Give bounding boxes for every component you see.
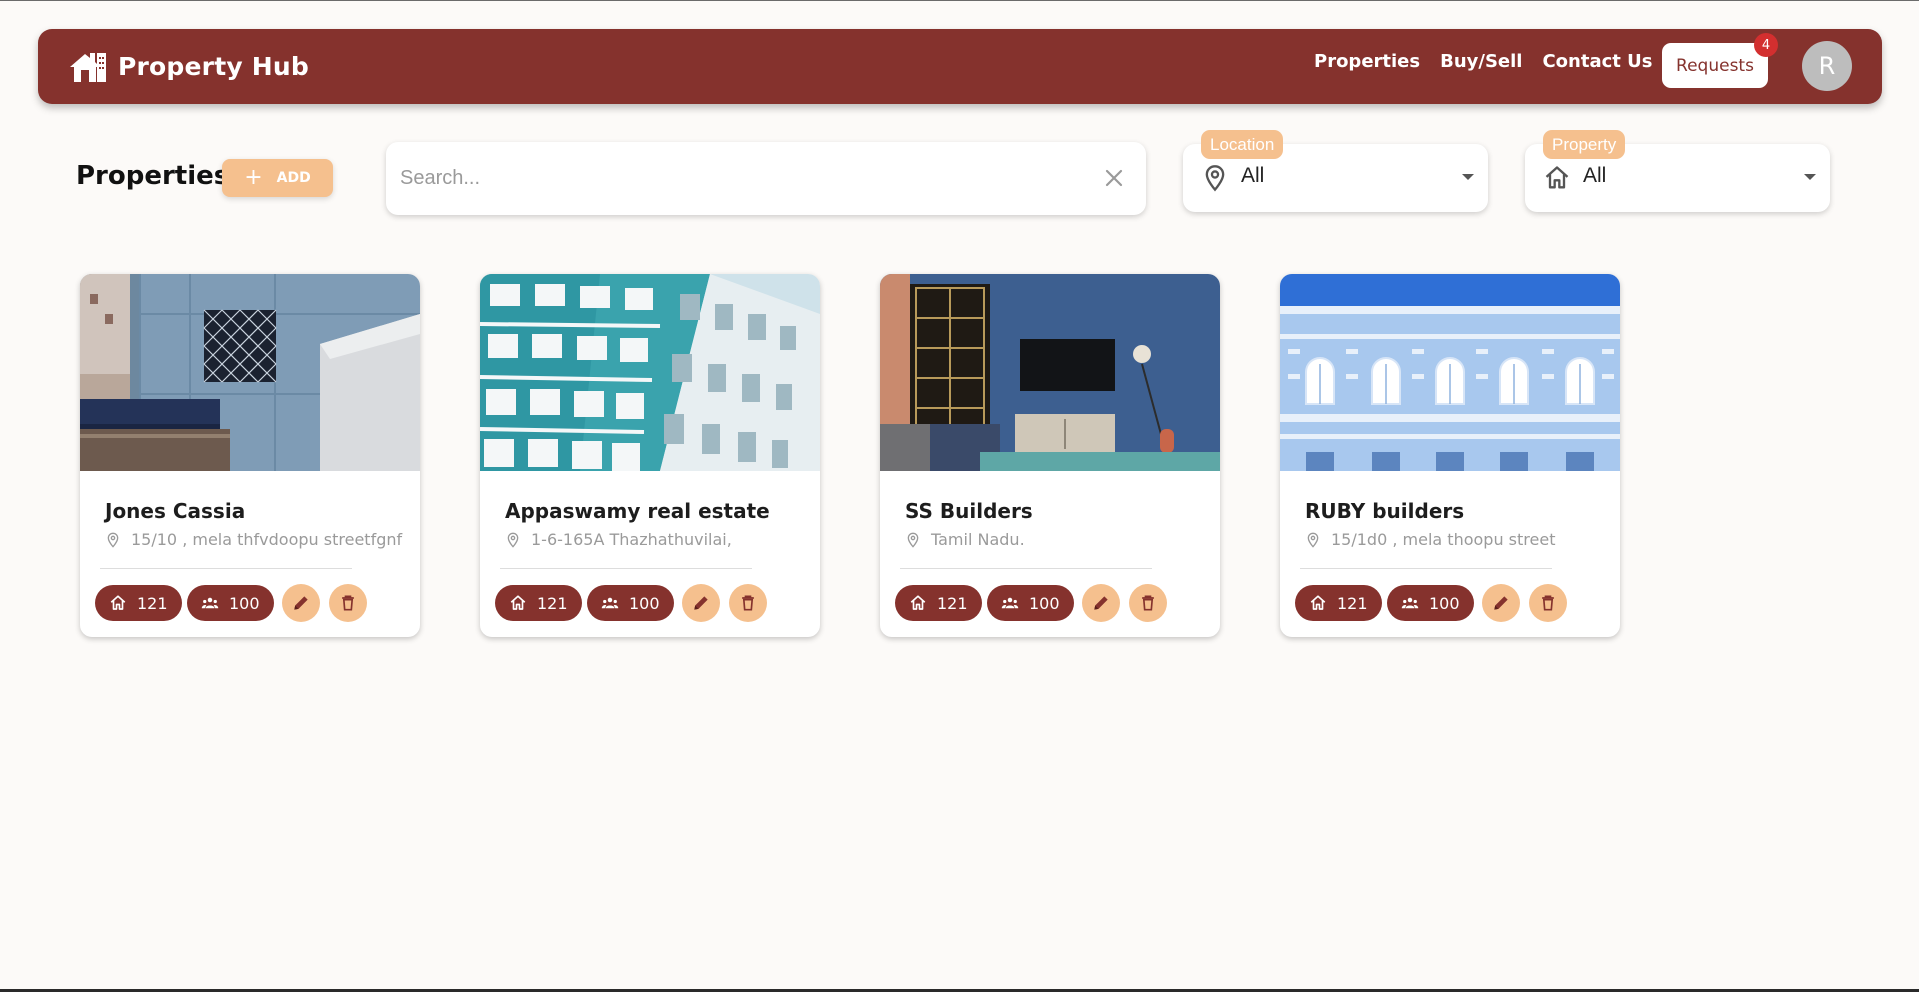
property-image [480,274,820,471]
page-title: Properties [76,161,230,191]
brand[interactable]: Property Hub [68,50,309,84]
property-title: SS Builders [905,499,1033,523]
units-chip[interactable]: 121 [895,585,982,621]
add-property-button[interactable]: + ADD [222,159,333,197]
group-icon [1001,597,1019,609]
location-filter-value: All [1241,164,1265,187]
trash-icon [742,595,754,611]
property-address: 15/1d0 , mela thoopu street [1305,530,1615,549]
units-count: 121 [1337,593,1368,613]
people-count: 100 [1429,593,1460,613]
house-logo-icon [70,52,106,82]
property-card[interactable]: Appaswamy real estate 1-6-165A Thazhathu… [480,274,820,637]
requests-button[interactable]: Requests 4 [1662,33,1778,88]
top-border [0,0,1919,1]
edit-button[interactable] [282,584,320,622]
delete-button[interactable] [1529,584,1567,622]
pencil-icon [294,596,308,610]
trash-icon [1142,595,1154,611]
property-image [1280,274,1620,471]
property-card[interactable]: SS Builders Tamil Nadu. 121 100 [880,274,1220,637]
divider [900,568,1152,569]
divider [1300,568,1552,569]
property-card[interactable]: RUBY builders 15/1d0 , mela thoopu stree… [1280,274,1620,637]
property-address-text: 15/1d0 , mela thoopu street [1331,530,1556,549]
delete-button[interactable] [729,584,767,622]
location-pin-icon [1205,165,1225,192]
units-chip[interactable]: 121 [495,585,582,621]
units-chip[interactable]: 121 [95,585,182,621]
people-chip[interactable]: 100 [1387,585,1474,621]
units-count: 121 [137,593,168,613]
nav-link-buy-sell[interactable]: Buy/Sell [1440,51,1522,72]
home-icon [910,595,926,610]
chevron-down-icon [1462,174,1474,180]
people-count: 100 [629,593,660,613]
property-filter-label: Property [1543,130,1626,159]
pencil-icon [1494,596,1508,610]
divider [100,568,352,569]
property-address-text: Tamil Nadu. [931,530,1025,549]
location-filter-label: Location [1201,130,1284,159]
property-image [80,274,420,471]
edit-button[interactable] [1082,584,1120,622]
property-title: RUBY builders [1305,499,1465,523]
property-address: Tamil Nadu. [905,530,1215,549]
home-icon [110,595,126,610]
property-filter-value: All [1583,164,1607,187]
requests-label: Requests [1676,55,1754,76]
property-address: 1-6-165A Thazhathuvilai, [505,530,815,549]
brand-name: Property Hub [118,52,309,81]
delete-button[interactable] [1129,584,1167,622]
property-image [880,274,1220,471]
units-chip[interactable]: 121 [1295,585,1382,621]
group-icon [201,597,219,609]
group-icon [601,597,619,609]
clear-search-icon[interactable] [1102,166,1126,190]
people-chip[interactable]: 100 [187,585,274,621]
location-pin-icon [907,532,919,548]
delete-button[interactable] [329,584,367,622]
divider [500,568,752,569]
units-count: 121 [937,593,968,613]
nav-link-properties[interactable]: Properties [1314,51,1420,72]
trash-icon [1542,595,1554,611]
property-address-text: 15/10 , mela thfvdoopu streetfgnf [131,530,403,549]
nav-link-contact-us[interactable]: Contact Us [1542,51,1652,72]
location-pin-icon [107,532,119,548]
property-filter-select[interactable]: Property All [1525,130,1830,212]
location-pin-icon [507,532,519,548]
requests-count-badge: 4 [1754,33,1778,57]
property-address: 15/10 , mela thfvdoopu streetfgnf [105,530,415,549]
home-icon [1545,166,1569,189]
home-icon [510,595,526,610]
avatar[interactable]: R [1802,41,1852,91]
location-filter-select[interactable]: Location All [1183,130,1488,212]
property-title: Jones Cassia [105,499,246,523]
people-count: 100 [229,593,260,613]
navbar: Property Hub Properties Buy/Sell Contact… [38,29,1882,104]
units-count: 121 [537,593,568,613]
pencil-icon [694,596,708,610]
property-card[interactable]: Jones Cassia 15/10 , mela thfvdoopu stre… [80,274,420,637]
property-title: Appaswamy real estate [505,499,770,523]
search-input[interactable] [386,142,1146,215]
people-chip[interactable]: 100 [987,585,1074,621]
people-count: 100 [1029,593,1060,613]
trash-icon [342,595,354,611]
property-address-text: 1-6-165A Thazhathuvilai, [531,530,732,549]
pencil-icon [1094,596,1108,610]
search-box [386,142,1146,215]
add-label: ADD [276,170,311,186]
home-icon [1310,595,1326,610]
location-pin-icon [1307,532,1319,548]
nav-links: Properties Buy/Sell Contact Us [1314,29,1672,104]
plus-icon: + [244,165,263,190]
chevron-down-icon [1804,174,1816,180]
edit-button[interactable] [682,584,720,622]
group-icon [1401,597,1419,609]
edit-button[interactable] [1482,584,1520,622]
people-chip[interactable]: 100 [587,585,674,621]
